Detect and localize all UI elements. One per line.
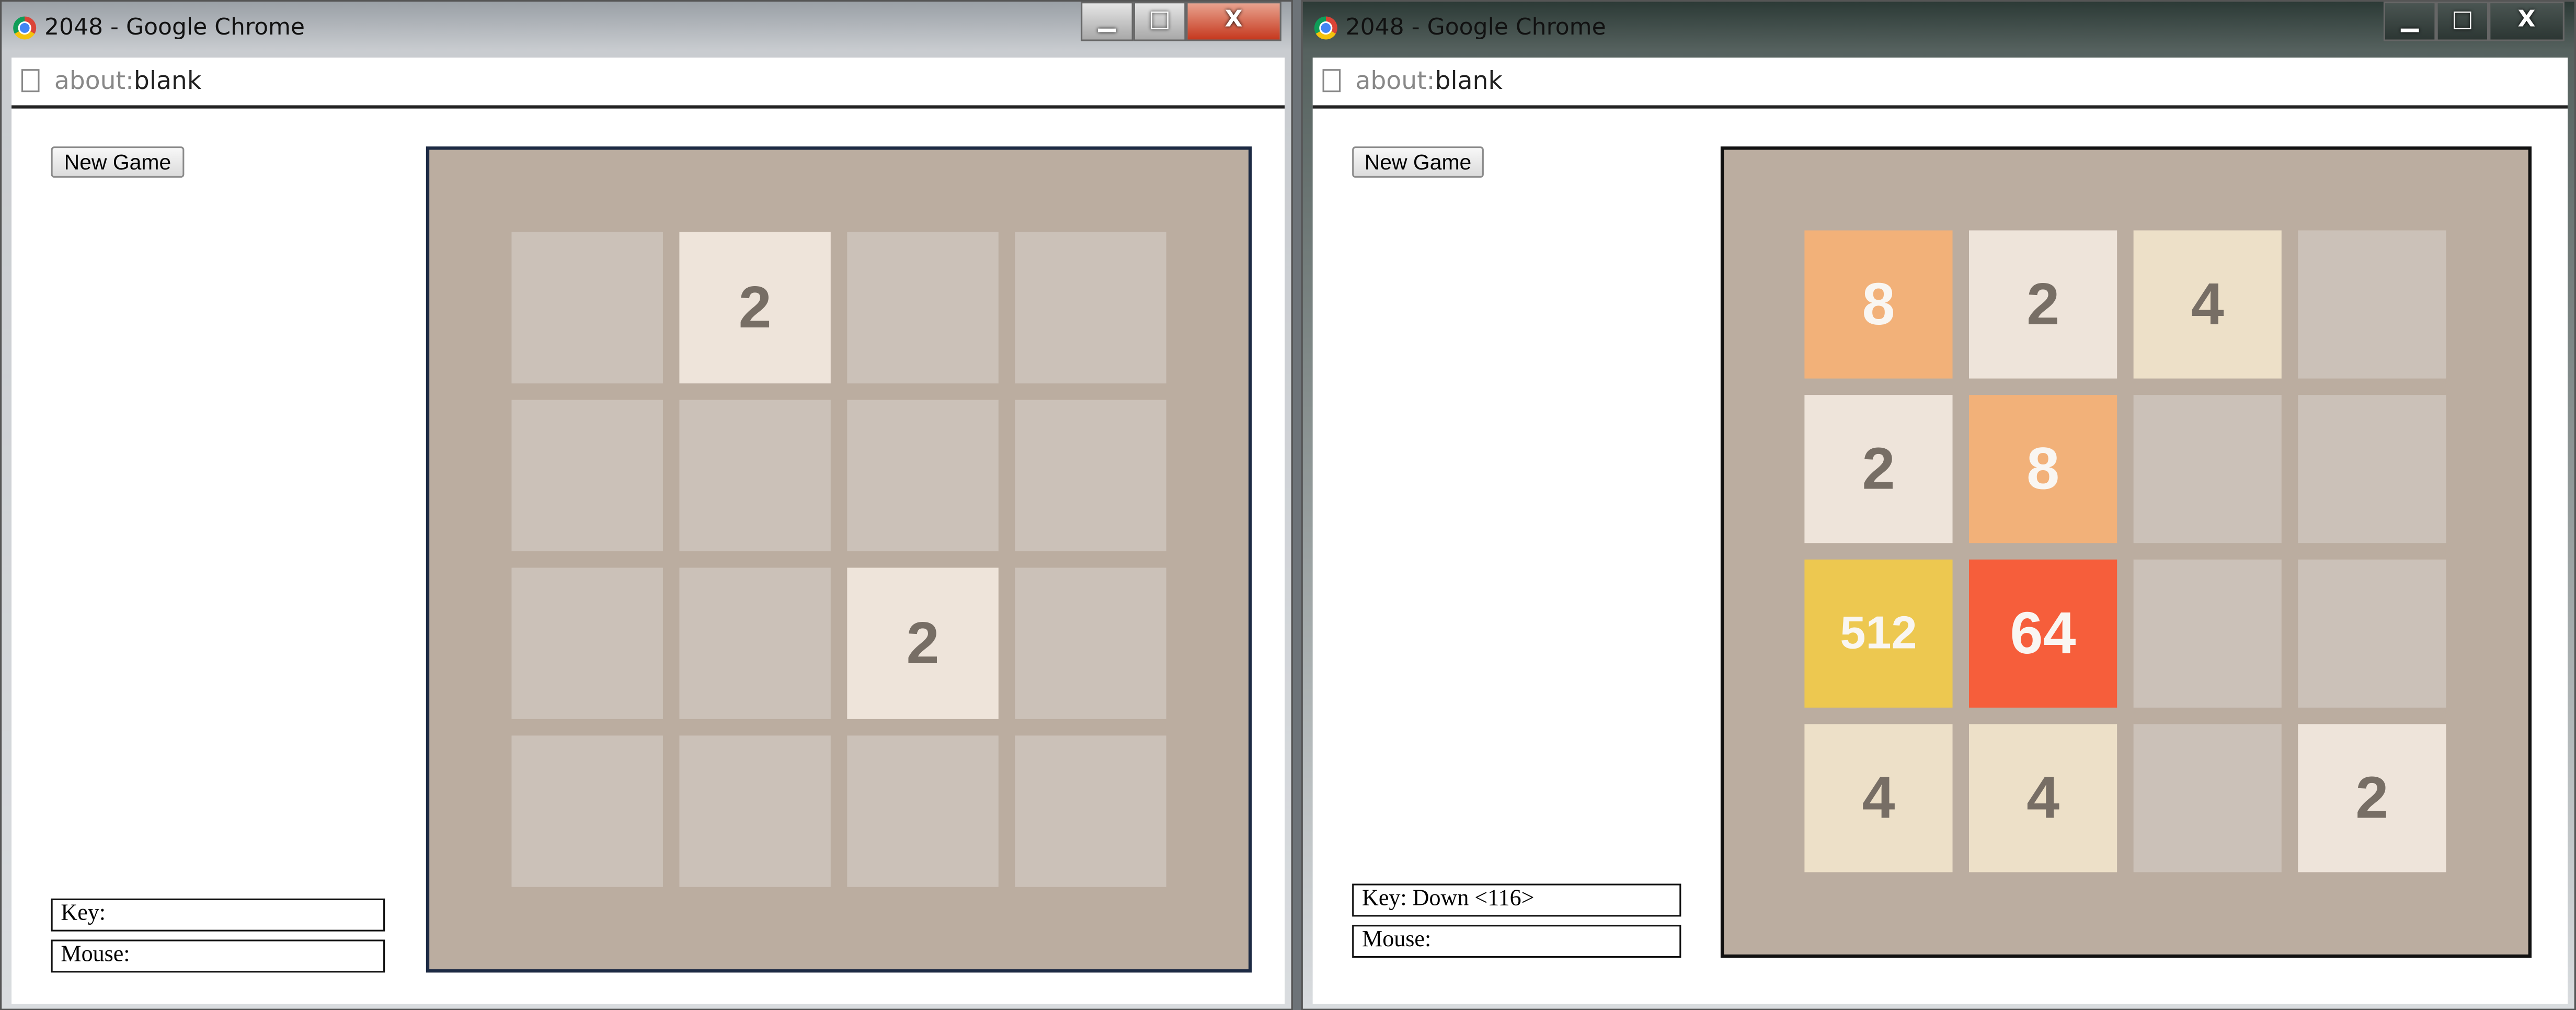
maximize-button[interactable]: □ (2436, 2, 2489, 41)
empty-cell (511, 400, 663, 551)
maximize-button[interactable]: □ (1133, 2, 1186, 41)
title-bar[interactable]: 2048 - Google Chrome ▁ □ X (2, 2, 1291, 56)
chrome-icon (13, 16, 37, 40)
minimize-button[interactable]: ▁ (2383, 2, 2436, 41)
close-button[interactable]: X (2489, 2, 2564, 41)
tile-2: 2 (679, 232, 831, 384)
key-display: Key: (51, 898, 385, 932)
desktop: 2048 - Google Chrome ▁ □ X about:blank N… (0, 0, 2576, 1010)
page-icon (21, 69, 40, 93)
empty-cell (2298, 395, 2446, 543)
tile-64: 64 (1969, 559, 2117, 708)
empty-cell (679, 400, 831, 551)
empty-cell (2133, 395, 2282, 543)
tile-512: 512 (1804, 559, 1953, 708)
empty-cell (1015, 232, 1166, 384)
chrome-window-right: 2048 - Google Chrome ▁ □ X about:blank N… (1301, 0, 2576, 1010)
title-bar[interactable]: 2048 - Google Chrome ▁ □ X (1303, 2, 2574, 56)
page-content: New Game 8 2 4 2 8 512 64 4 4 2 Key: Down <116> M… (1312, 108, 2568, 1004)
tile-2: 2 (847, 568, 999, 719)
new-game-button[interactable]: New Game (51, 146, 185, 178)
url-scheme: about: (1355, 65, 1435, 96)
game-board[interactable]: 22 (426, 146, 1252, 973)
empty-cell (2298, 230, 2446, 379)
mouse-display: Mouse: (1352, 925, 1681, 958)
empty-cell (511, 232, 663, 384)
tile-2: 2 (1969, 230, 2117, 379)
tile-2: 2 (2298, 724, 2446, 872)
url-text: about:blank (1355, 66, 1502, 96)
empty-cell (2133, 559, 2282, 708)
tile-8: 8 (1969, 395, 2117, 543)
empty-cell (511, 568, 663, 719)
url-text: about:blank (54, 66, 201, 96)
empty-cell (847, 735, 999, 887)
url-path: blank (1435, 65, 1503, 96)
chrome-window-left: 2048 - Google Chrome ▁ □ X about:blank N… (0, 0, 1293, 1010)
tile-8: 8 (1804, 230, 1953, 379)
page-icon (1322, 69, 1341, 93)
url-path: blank (133, 65, 202, 96)
empty-cell (847, 232, 999, 384)
empty-cell (1015, 735, 1166, 887)
empty-cell (511, 735, 663, 887)
address-bar[interactable]: about:blank (12, 58, 1285, 109)
window-title: 2048 - Google Chrome (44, 15, 305, 41)
key-display: Key: Down <116> (1352, 883, 1681, 917)
address-bar[interactable]: about:blank (1312, 58, 2568, 109)
empty-cell (679, 568, 831, 719)
page-content: New Game 22 Key: Mouse: (12, 108, 1285, 1004)
empty-cell (679, 735, 831, 887)
tile-4: 4 (1969, 724, 2117, 872)
tile-4: 4 (2133, 230, 2282, 379)
empty-cell (1015, 568, 1166, 719)
tile-2: 2 (1804, 395, 1953, 543)
window-title: 2048 - Google Chrome (1345, 15, 1606, 41)
chrome-icon (1314, 16, 1337, 40)
tile-4: 4 (1804, 724, 1953, 872)
empty-cell (2298, 559, 2446, 708)
mouse-display: Mouse: (51, 939, 385, 973)
empty-cell (1015, 400, 1166, 551)
close-button[interactable]: X (1186, 2, 1281, 41)
new-game-button[interactable]: New Game (1352, 146, 1484, 178)
game-board[interactable]: 8 2 4 2 8 512 64 4 4 2 (1720, 146, 2532, 958)
minimize-button[interactable]: ▁ (1081, 2, 1134, 41)
empty-cell (847, 400, 999, 551)
empty-cell (2133, 724, 2282, 872)
url-scheme: about: (54, 65, 134, 96)
